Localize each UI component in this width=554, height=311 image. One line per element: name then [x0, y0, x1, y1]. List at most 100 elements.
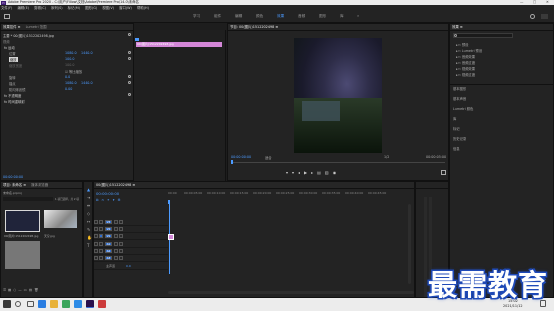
timeline-ruler[interactable]: 00:00 00:00:05:00 00:00:10:00 00:00:15:0… — [168, 191, 414, 199]
reset-opacity-icon[interactable] — [128, 93, 131, 96]
search-icon[interactable] — [530, 14, 535, 19]
panel-info[interactable]: 信息 — [453, 146, 460, 151]
workspace-graphics[interactable]: 图形 — [319, 14, 326, 19]
qq-icon[interactable] — [74, 300, 82, 308]
opacity-effect[interactable]: fx 不透明度 — [4, 93, 21, 98]
track-target-v3[interactable]: V3 — [104, 220, 112, 224]
output-toggle-icon[interactable] — [118, 227, 123, 231]
menu-file[interactable]: 文件(F) — [1, 6, 12, 10]
track-target-v2[interactable]: V2 — [104, 227, 112, 231]
sync-toggle-icon[interactable] — [99, 249, 103, 253]
effects-folder-lumetri[interactable]: ▸▭ Lumetri 预设 — [456, 48, 482, 53]
effects-folder-presets[interactable]: ▸▭ 预设 — [456, 42, 468, 47]
reset-scale-icon[interactable] — [128, 57, 131, 60]
sync-toggle-icon[interactable] — [99, 220, 103, 224]
panel-essential-sound[interactable]: 基本声音 — [453, 96, 466, 101]
lock-toggle-icon[interactable] — [94, 256, 98, 260]
effects-folder-audio-transitions[interactable]: ▸▭ 音频过渡 — [456, 60, 475, 65]
file-explorer-icon[interactable] — [50, 300, 58, 308]
panel-libraries[interactable]: 库 — [453, 116, 456, 121]
type-tool-icon[interactable]: T — [87, 243, 89, 248]
razor-tool-icon[interactable]: ◇ — [87, 211, 90, 216]
param-position-y[interactable]: 1440.0 — [81, 51, 93, 55]
fit-dropdown[interactable]: 适合 — [265, 155, 272, 160]
tab-effect-controls[interactable]: 效果控件 ≡ — [3, 24, 20, 30]
effects-panel-title[interactable]: 效果 ≡ — [452, 24, 463, 30]
wechat-icon[interactable] — [62, 300, 70, 308]
workspace-color[interactable]: 颜色 — [256, 14, 263, 19]
panel-markers[interactable]: 标记 — [453, 126, 460, 131]
param-anchor-x[interactable]: 1080.0 — [65, 81, 77, 85]
resolution-dropdown[interactable]: 1/2 — [384, 155, 389, 159]
reset-anchor-icon[interactable] — [128, 81, 131, 84]
effect-controls-playhead[interactable] — [135, 38, 139, 41]
lock-toggle-icon[interactable] — [94, 249, 98, 253]
output-toggle-icon[interactable] — [118, 220, 123, 224]
param-antiflicker[interactable]: 0.00 — [65, 87, 72, 91]
tab-lumetri-scopes[interactable]: Lumetri 范围 — [26, 24, 47, 30]
project-thumbnail-sky[interactable] — [44, 210, 77, 228]
track-target-a3[interactable]: A3 — [104, 256, 112, 260]
solo-toggle-icon[interactable] — [118, 242, 123, 246]
effects-folder-video-transitions[interactable]: ▸▭ 视频过渡 — [456, 72, 475, 77]
param-rotation[interactable]: 0.0 — [65, 75, 70, 79]
param-position-x[interactable]: 1080.0 — [65, 51, 77, 55]
menu-help[interactable]: 帮助(H) — [137, 6, 149, 10]
hand-tool-icon[interactable]: ✋ — [87, 235, 92, 240]
eye-toggle-icon[interactable] — [113, 220, 118, 224]
sync-toggle-icon[interactable] — [99, 227, 103, 231]
menu-window[interactable]: 窗口(W) — [119, 6, 132, 10]
track-target-a2[interactable]: A2 — [104, 249, 112, 253]
workspace-more[interactable]: » — [357, 14, 359, 18]
time-remap-effect[interactable]: fx 时间重映射 — [4, 99, 25, 104]
lift-icon[interactable]: ▤ — [317, 170, 325, 175]
lock-toggle-icon[interactable] — [94, 227, 98, 231]
uniform-scale-checkbox[interactable]: ☑ 等比缩放 — [65, 69, 82, 74]
message-icon[interactable] — [541, 14, 548, 19]
zoom-slider-icon[interactable]: ○— — [13, 288, 23, 292]
effect-controls-clip[interactable]: 00(图片)1512202498.jpg — [136, 42, 222, 47]
project-search-input[interactable] — [3, 197, 53, 201]
output-toggle-icon[interactable] — [118, 234, 123, 238]
timeline-sequence-tab[interactable]: 00(图片)1512202498 ≡ — [96, 182, 135, 188]
app-taskbar-icon[interactable] — [98, 300, 106, 308]
motion-effect[interactable]: fx 运动 — [4, 45, 15, 50]
trash-icon[interactable]: 🗑 — [34, 288, 40, 292]
program-scrubber[interactable] — [231, 162, 445, 163]
workspace-learn[interactable]: 学习 — [193, 14, 200, 19]
mute-toggle-icon[interactable] — [113, 249, 118, 253]
solo-toggle-icon[interactable] — [118, 249, 123, 253]
selection-tool-icon[interactable]: ▲ — [87, 187, 90, 192]
track-target-v1[interactable]: V1 — [104, 234, 112, 238]
program-playhead[interactable] — [231, 160, 233, 164]
project-thumbnail-sequence[interactable] — [5, 241, 40, 269]
panel-history[interactable]: 历史记录 — [453, 136, 466, 141]
reset-rotation-icon[interactable] — [128, 75, 131, 78]
search-icon[interactable] — [15, 301, 21, 307]
task-view-icon[interactable] — [27, 301, 34, 307]
effect-controls-timecode[interactable]: 00:00:00:00 — [3, 175, 23, 179]
pen-tool-icon[interactable]: ✎ — [87, 227, 90, 232]
ripple-edit-icon[interactable]: ⇹ — [87, 203, 90, 208]
eye-toggle-icon[interactable] — [113, 227, 118, 231]
program-monitor-title[interactable]: 节目: 00(图片)1512202498 ≡ — [230, 24, 278, 30]
panel-lumetri-color[interactable]: Lumetri 颜色 — [453, 106, 473, 111]
menu-view[interactable]: 视图(V) — [102, 6, 114, 10]
mute-toggle-icon[interactable] — [113, 256, 118, 260]
export-frame-icon[interactable]: ◉ — [333, 170, 341, 175]
track-select-icon[interactable]: ⇥ — [87, 195, 90, 200]
timeline-vertical-scrollbar[interactable] — [408, 204, 411, 284]
timeline-clip-v1[interactable] — [168, 234, 174, 240]
program-timecode-left[interactable]: 00:00:00:00 — [231, 155, 251, 159]
windows-start-icon[interactable] — [3, 300, 11, 308]
menu-graphics[interactable]: 图形(G) — [85, 6, 97, 10]
menu-edit[interactable]: 编辑(E) — [17, 6, 29, 10]
project-thumbnail-night[interactable] — [5, 210, 40, 232]
effects-search-input[interactable] — [453, 33, 513, 38]
tab-project[interactable]: 项目: 未命名 ≡ — [3, 182, 26, 188]
timeline-scrollbar[interactable] — [168, 291, 414, 294]
workspace-assembly[interactable]: 组件 — [214, 14, 221, 19]
param-anchor-y[interactable]: 1440.0 — [81, 81, 93, 85]
timeline-timecode[interactable]: 00:00:00:00 — [96, 191, 119, 196]
sync-toggle-icon[interactable] — [99, 234, 103, 238]
